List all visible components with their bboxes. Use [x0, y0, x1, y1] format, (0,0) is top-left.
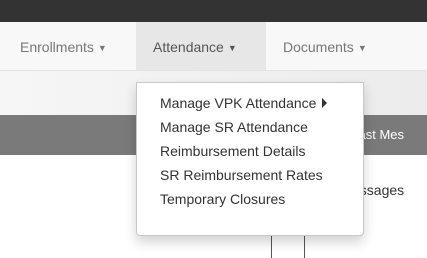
menu-item-label: Reimbursement Details	[160, 143, 306, 159]
attendance-dropdown-menu: Manage VPK Attendance Manage SR Attendan…	[136, 82, 364, 236]
nav-enrollments-dropdown[interactable]: Enrollments ▼	[0, 22, 136, 70]
top-bar	[0, 0, 427, 22]
menu-item-sr-reimbursement-rates[interactable]: SR Reimbursement Rates	[137, 163, 363, 187]
menu-item-label: SR Reimbursement Rates	[160, 167, 323, 183]
caret-down-icon: ▼	[227, 43, 237, 53]
nav-documents-label: Documents	[283, 39, 354, 55]
nav-attendance-label: Attendance	[153, 39, 224, 55]
caret-down-icon: ▼	[97, 43, 107, 53]
menu-item-reimbursement-details[interactable]: Reimbursement Details	[137, 139, 363, 163]
caret-down-icon: ▼	[357, 43, 367, 53]
menu-item-label: Manage VPK Attendance	[160, 95, 317, 111]
menu-item-temporary-closures[interactable]: Temporary Closures	[137, 187, 363, 211]
submenu-arrow-icon	[322, 98, 328, 108]
menu-item-manage-vpk-attendance[interactable]: Manage VPK Attendance	[137, 91, 363, 115]
menu-item-label: Temporary Closures	[160, 191, 286, 207]
nav-documents-dropdown[interactable]: Documents ▼	[266, 22, 396, 70]
divider-line	[271, 235, 272, 258]
menu-item-manage-sr-attendance[interactable]: Manage SR Attendance	[137, 115, 363, 139]
nav-enrollments-label: Enrollments	[20, 39, 94, 55]
nav-attendance-dropdown[interactable]: Attendance ▼	[136, 22, 266, 70]
menu-item-label: Manage SR Attendance	[160, 119, 308, 135]
main-navbar: Enrollments ▼ Attendance ▼ Documents ▼	[0, 22, 427, 71]
divider-line	[304, 235, 305, 258]
